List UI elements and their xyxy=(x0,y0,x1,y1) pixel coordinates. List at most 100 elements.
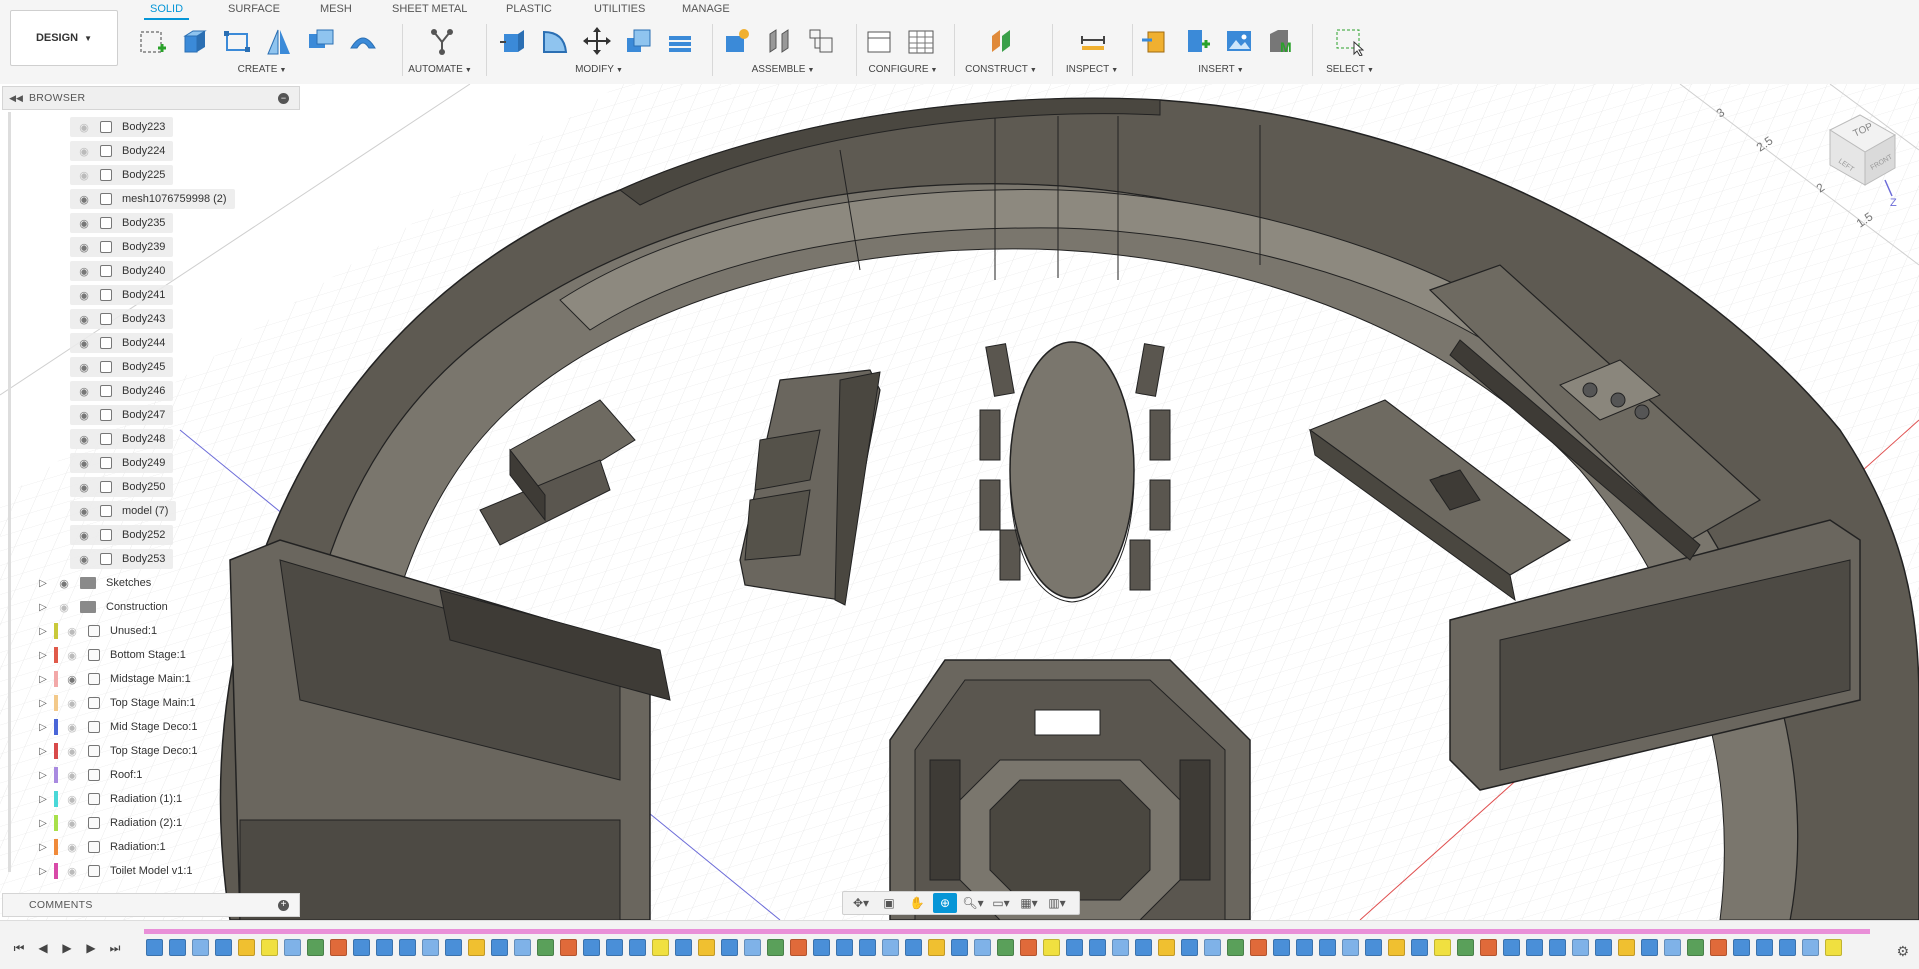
timeline-prev-icon[interactable]: ◀ xyxy=(32,941,54,961)
timeline-feature-icon[interactable] xyxy=(1135,939,1152,956)
insert-canvas-icon[interactable] xyxy=(1222,24,1256,58)
visibility-eye-icon[interactable]: ◉ xyxy=(64,649,80,662)
visibility-eye-icon[interactable]: ◉ xyxy=(64,793,80,806)
timeline-feature-icon[interactable] xyxy=(1549,939,1566,956)
joint-icon[interactable] xyxy=(762,24,796,58)
collapse-left-icon[interactable]: ◀◀ xyxy=(7,93,25,104)
browser-body-item[interactable]: ◉ Body245 xyxy=(70,356,174,378)
browser-component-item[interactable]: ▷ ◉ Top Stage Main:1 xyxy=(36,692,196,714)
timeline-feature-icon[interactable] xyxy=(1204,939,1221,956)
timeline-feature-icon[interactable] xyxy=(169,939,186,956)
expand-arrow-icon[interactable]: ▷ xyxy=(36,578,50,589)
timeline-feature-icon[interactable] xyxy=(422,939,439,956)
timeline-feature-icon[interactable] xyxy=(1089,939,1106,956)
timeline-end-icon[interactable]: ⏭ xyxy=(104,941,126,961)
automate-icon[interactable] xyxy=(424,24,458,58)
browser-body-item[interactable]: ◉ Body252 xyxy=(70,524,174,546)
visibility-eye-icon[interactable]: ◉ xyxy=(76,481,92,494)
browser-body-item[interactable]: ◉ Body239 xyxy=(70,236,174,258)
timeline-feature-icon[interactable] xyxy=(1802,939,1819,956)
timeline-feature-icon[interactable] xyxy=(146,939,163,956)
timeline-feature-icon[interactable] xyxy=(468,939,485,956)
timeline-feature-icon[interactable] xyxy=(1756,939,1773,956)
browser-folder-item[interactable]: ▷ ◉ Construction xyxy=(36,596,168,618)
fillet-icon[interactable] xyxy=(538,24,572,58)
browser-body-item[interactable]: ◉ Body249 xyxy=(70,452,174,474)
workspace-dropdown[interactable]: DESIGN ▼ xyxy=(10,10,118,66)
visibility-eye-icon[interactable]: ◉ xyxy=(76,169,92,182)
timeline-feature-icon[interactable] xyxy=(1618,939,1635,956)
browser-body-item[interactable]: ◉ model (7) xyxy=(70,500,177,522)
timeline-feature-icon[interactable] xyxy=(1066,939,1083,956)
timeline-feature-icon[interactable] xyxy=(1572,939,1589,956)
visibility-eye-icon[interactable]: ◉ xyxy=(64,697,80,710)
central-octagon[interactable] xyxy=(889,659,1251,920)
timeline-feature-icon[interactable] xyxy=(721,939,738,956)
move-icon[interactable] xyxy=(580,24,614,58)
measure-icon[interactable] xyxy=(1076,24,1110,58)
construct-plane-icon[interactable] xyxy=(984,24,1018,58)
inspect-label[interactable]: INSPECT xyxy=(1066,64,1109,75)
timeline-feature-icon[interactable] xyxy=(1250,939,1267,956)
browser-body-item[interactable]: ◉ Body225 xyxy=(70,164,174,186)
view-cube[interactable]: TOP LEFT FRONT Z xyxy=(1800,100,1910,210)
visibility-eye-icon[interactable]: ◉ xyxy=(56,577,72,590)
configure-label[interactable]: CONFIGURE xyxy=(869,64,929,75)
extrude-icon[interactable] xyxy=(178,24,212,58)
browser-component-item[interactable]: ▷ ◉ Midstage Main:1 xyxy=(36,668,191,690)
timeline-feature-icon[interactable] xyxy=(1296,939,1313,956)
rectangle-icon[interactable] xyxy=(220,24,254,58)
browser-body-item[interactable]: ◉ Body253 xyxy=(70,548,174,570)
create-label[interactable]: CREATE xyxy=(238,64,278,75)
timeline-start-icon[interactable]: ⏮ xyxy=(8,941,30,961)
visibility-eye-icon[interactable]: ◉ xyxy=(64,625,80,638)
visibility-eye-icon[interactable]: ◉ xyxy=(76,289,92,302)
configure-table-icon[interactable] xyxy=(904,24,938,58)
new-component-icon[interactable] xyxy=(720,24,754,58)
timeline-feature-icon[interactable] xyxy=(1595,939,1612,956)
browser-body-item[interactable]: ◉ Body248 xyxy=(70,428,174,450)
insert-derive-icon[interactable] xyxy=(1138,24,1172,58)
timeline-feature-icon[interactable] xyxy=(376,939,393,956)
timeline-feature-icon[interactable] xyxy=(928,939,945,956)
timeline-feature-icon[interactable] xyxy=(1112,939,1129,956)
expand-arrow-icon[interactable]: ▷ xyxy=(36,674,50,685)
timeline-feature-icon[interactable] xyxy=(1825,939,1842,956)
browser-body-item[interactable]: ◉ Body224 xyxy=(70,140,174,162)
timeline-feature-icon[interactable] xyxy=(629,939,646,956)
browser-body-item[interactable]: ◉ Body246 xyxy=(70,380,174,402)
visibility-eye-icon[interactable]: ◉ xyxy=(64,745,80,758)
create-sketch-icon[interactable] xyxy=(136,24,170,58)
browser-folder-item[interactable]: ▷ ◉ Sketches xyxy=(36,572,151,594)
timeline-feature-icon[interactable] xyxy=(238,939,255,956)
visibility-eye-icon[interactable]: ◉ xyxy=(76,265,92,278)
timeline-feature-icon[interactable] xyxy=(1480,939,1497,956)
browser-component-item[interactable]: ▷ ◉ Radiation (1):1 xyxy=(36,788,182,810)
timeline-feature-icon[interactable] xyxy=(215,939,232,956)
visibility-eye-icon[interactable]: ◉ xyxy=(64,769,80,782)
timeline-feature-icon[interactable] xyxy=(1664,939,1681,956)
grid-settings-icon[interactable]: ▦▾ xyxy=(1017,893,1041,913)
expand-arrow-icon[interactable]: ▷ xyxy=(36,722,50,733)
timeline-feature-icon[interactable] xyxy=(514,939,531,956)
browser-component-item[interactable]: ▷ ◉ Top Stage Deco:1 xyxy=(36,740,197,762)
timeline-feature-icon[interactable] xyxy=(836,939,853,956)
timeline-feature-icon[interactable] xyxy=(652,939,669,956)
timeline-feature-icon[interactable] xyxy=(1273,939,1290,956)
timeline-feature-icon[interactable] xyxy=(445,939,462,956)
timeline-feature-icon[interactable] xyxy=(905,939,922,956)
timeline-feature-icon[interactable] xyxy=(399,939,416,956)
display-settings-icon[interactable]: ▭▾ xyxy=(989,893,1013,913)
visibility-eye-icon[interactable]: ◉ xyxy=(76,505,92,518)
timeline-feature-icon[interactable] xyxy=(1388,939,1405,956)
timeline-feature-icon[interactable] xyxy=(859,939,876,956)
browser-body-item[interactable]: ◉ mesh1076759998 (2) xyxy=(70,188,235,210)
expand-arrow-icon[interactable]: ▷ xyxy=(36,818,50,829)
scale-icon[interactable] xyxy=(622,24,656,58)
timeline-feature-icon[interactable] xyxy=(1779,939,1796,956)
timeline-feature-icon[interactable] xyxy=(1181,939,1198,956)
browser-body-item[interactable]: ◉ Body244 xyxy=(70,332,174,354)
visibility-eye-icon[interactable]: ◉ xyxy=(76,409,92,422)
visibility-eye-icon[interactable]: ◉ xyxy=(64,865,80,878)
visibility-eye-icon[interactable]: ◉ xyxy=(76,361,92,374)
